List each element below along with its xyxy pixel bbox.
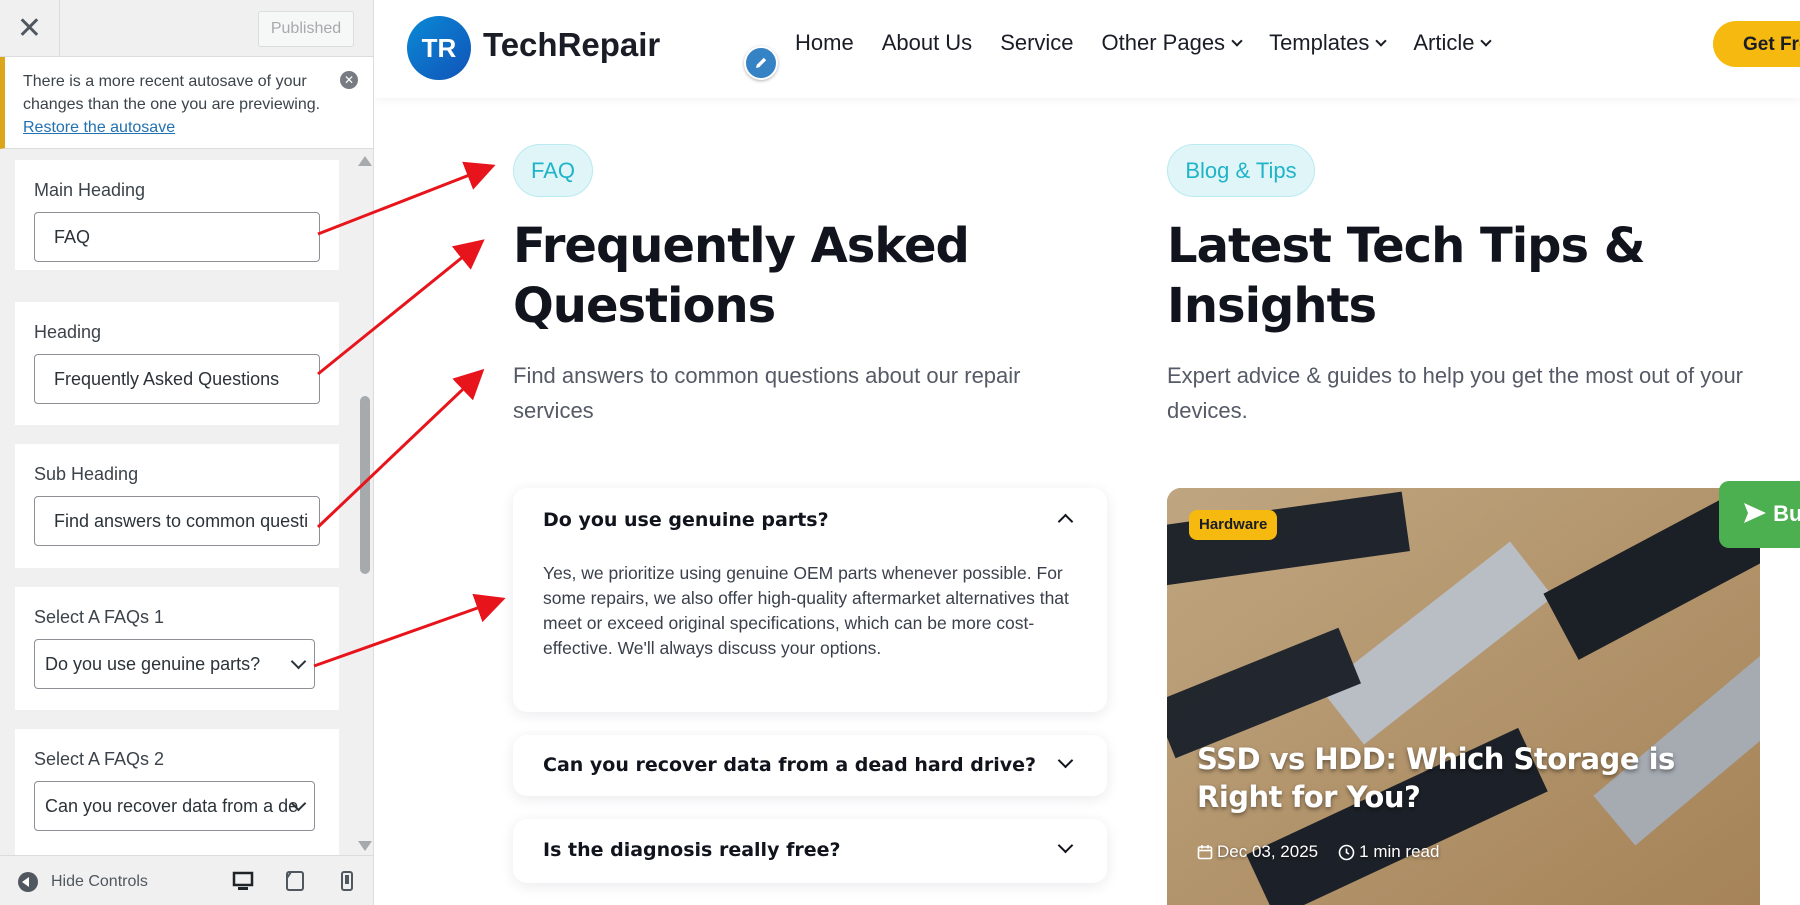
control-label: Main Heading	[34, 180, 146, 200]
faq-answer: Yes, we prioritize using genuine OEM par…	[543, 563, 1069, 658]
sub-heading-input[interactable]: Find answers to common questi	[34, 496, 320, 546]
faq-2-select-value: Can you recover data from a de	[45, 795, 299, 816]
logo-initials: TR	[421, 32, 457, 63]
faq-2-select[interactable]: Can you recover data from a de	[34, 781, 315, 831]
send-icon	[1744, 503, 1766, 523]
chevron-down-icon	[290, 653, 307, 670]
faq-item-expanded[interactable]: Do you use genuine parts? Yes, we priori…	[513, 488, 1107, 712]
dismiss-icon: ✕	[343, 73, 355, 87]
main-heading-input[interactable]: FAQ	[34, 212, 320, 262]
get-free-quote-button[interactable]: Get Fre	[1713, 21, 1800, 67]
main-nav: Home About Us Service Other Pages Templa…	[795, 30, 1490, 56]
nav-item-about-us[interactable]: About Us	[882, 30, 973, 56]
nav-item-templates[interactable]: Templates	[1269, 30, 1385, 56]
chevron-down-icon[interactable]	[1057, 752, 1074, 769]
autosave-notice-text: There is a more recent autosave of your …	[23, 73, 321, 113]
autosave-notice: There is a more recent autosave of your …	[0, 57, 373, 149]
tablet-preview-icon[interactable]	[285, 870, 305, 892]
sidebar-header: ✕ Published	[0, 0, 373, 57]
site-preview: TR TechRepair Home About Us Service Othe…	[375, 0, 1800, 905]
faq-1-select-value: Do you use genuine parts?	[45, 653, 261, 674]
faq-question[interactable]: Can you recover data from a dead hard dr…	[543, 754, 1036, 776]
post-read-time: 1 min read	[1359, 842, 1440, 861]
post-meta: Dec 03, 2025 1 min read	[1197, 842, 1439, 862]
site-header: TR TechRepair Home About Us Service Othe…	[375, 0, 1800, 98]
close-customizer-button[interactable]: ✕	[0, 0, 60, 57]
control-faq-1: Select A FAQs 1 Do you use genuine parts…	[15, 587, 339, 710]
control-label: Select A FAQs 1	[34, 607, 165, 627]
hide-controls-label: Hide Controls	[51, 873, 148, 890]
customizer-sidebar: ✕ Published There is a more recent autos…	[0, 0, 374, 905]
floating-buy-button[interactable]: Bu	[1719, 481, 1800, 548]
dismiss-notice-button[interactable]: ✕	[340, 71, 358, 89]
faq-question[interactable]: Is the diagnosis really free?	[543, 839, 841, 861]
scrollbar-thumb[interactable]	[360, 396, 370, 574]
faq-item[interactable]: Is the diagnosis really free?	[513, 819, 1107, 883]
site-logo-text[interactable]: TechRepair	[483, 26, 660, 64]
chevron-down-icon[interactable]	[1057, 837, 1074, 854]
publish-button[interactable]: Published	[258, 11, 354, 47]
faq-1-select[interactable]: Do you use genuine parts?	[34, 639, 315, 689]
scroll-down-arrow[interactable]	[358, 841, 372, 851]
post-category-tag[interactable]: Hardware	[1189, 510, 1278, 540]
nav-item-service[interactable]: Service	[1000, 30, 1073, 56]
calendar-icon	[1197, 845, 1213, 860]
hide-controls-button[interactable]: Hide Controls	[18, 872, 148, 892]
blog-subheading: Expert advice & guides to help you get t…	[1167, 363, 1744, 423]
blog-badge: Blog & Tips	[1167, 144, 1315, 197]
close-icon: ✕	[16, 11, 43, 46]
nav-item-home[interactable]: Home	[795, 30, 854, 56]
mobile-preview-icon[interactable]	[340, 870, 354, 892]
nav-item-other-pages[interactable]: Other Pages	[1102, 30, 1242, 56]
faq-heading: Frequently Asked Questions	[513, 218, 970, 334]
blog-post-card[interactable]: Hardware SSD vs HDD: Which Storage is Ri…	[1167, 488, 1760, 905]
pencil-icon	[756, 57, 767, 68]
faq-subheading: Find answers to common questions about o…	[513, 363, 1021, 423]
control-sub-heading: Sub Heading Find answers to common quest…	[15, 444, 339, 568]
control-faq-2: Select A FAQs 2 Can you recover data fro…	[15, 729, 339, 855]
post-date: Dec 03, 2025	[1217, 842, 1319, 861]
scroll-up-arrow[interactable]	[358, 156, 372, 166]
blog-heading: Latest Tech Tips & Insights	[1167, 218, 1646, 334]
heading-input[interactable]: Frequently Asked Questions	[34, 354, 320, 404]
controls-panel: Main Heading FAQ Heading Frequently Aske…	[0, 149, 373, 855]
collapse-icon	[18, 872, 38, 892]
control-main-heading: Main Heading FAQ	[15, 160, 339, 270]
faq-question[interactable]: Do you use genuine parts?	[543, 509, 829, 531]
faq-item[interactable]: Can you recover data from a dead hard dr…	[513, 735, 1107, 796]
floating-button-label: Bu	[1773, 501, 1800, 526]
clock-icon	[1338, 844, 1355, 860]
control-heading: Heading Frequently Asked Questions	[15, 302, 339, 425]
post-title[interactable]: SSD vs HDD: Which Storage is Right for Y…	[1197, 740, 1717, 816]
control-label: Sub Heading	[34, 464, 139, 484]
faq-badge: FAQ	[513, 144, 593, 197]
desktop-preview-icon[interactable]	[232, 870, 254, 892]
control-label: Heading	[34, 322, 102, 342]
chevron-up-icon[interactable]	[1057, 513, 1074, 530]
nav-item-article[interactable]: Article	[1413, 30, 1490, 56]
restore-autosave-link[interactable]: Restore the autosave	[23, 116, 334, 139]
edit-shortcut-button[interactable]	[744, 46, 778, 80]
site-logo-badge[interactable]: TR	[407, 16, 471, 80]
control-label: Select A FAQs 2	[34, 749, 165, 769]
sidebar-footer: Hide Controls	[0, 855, 373, 905]
